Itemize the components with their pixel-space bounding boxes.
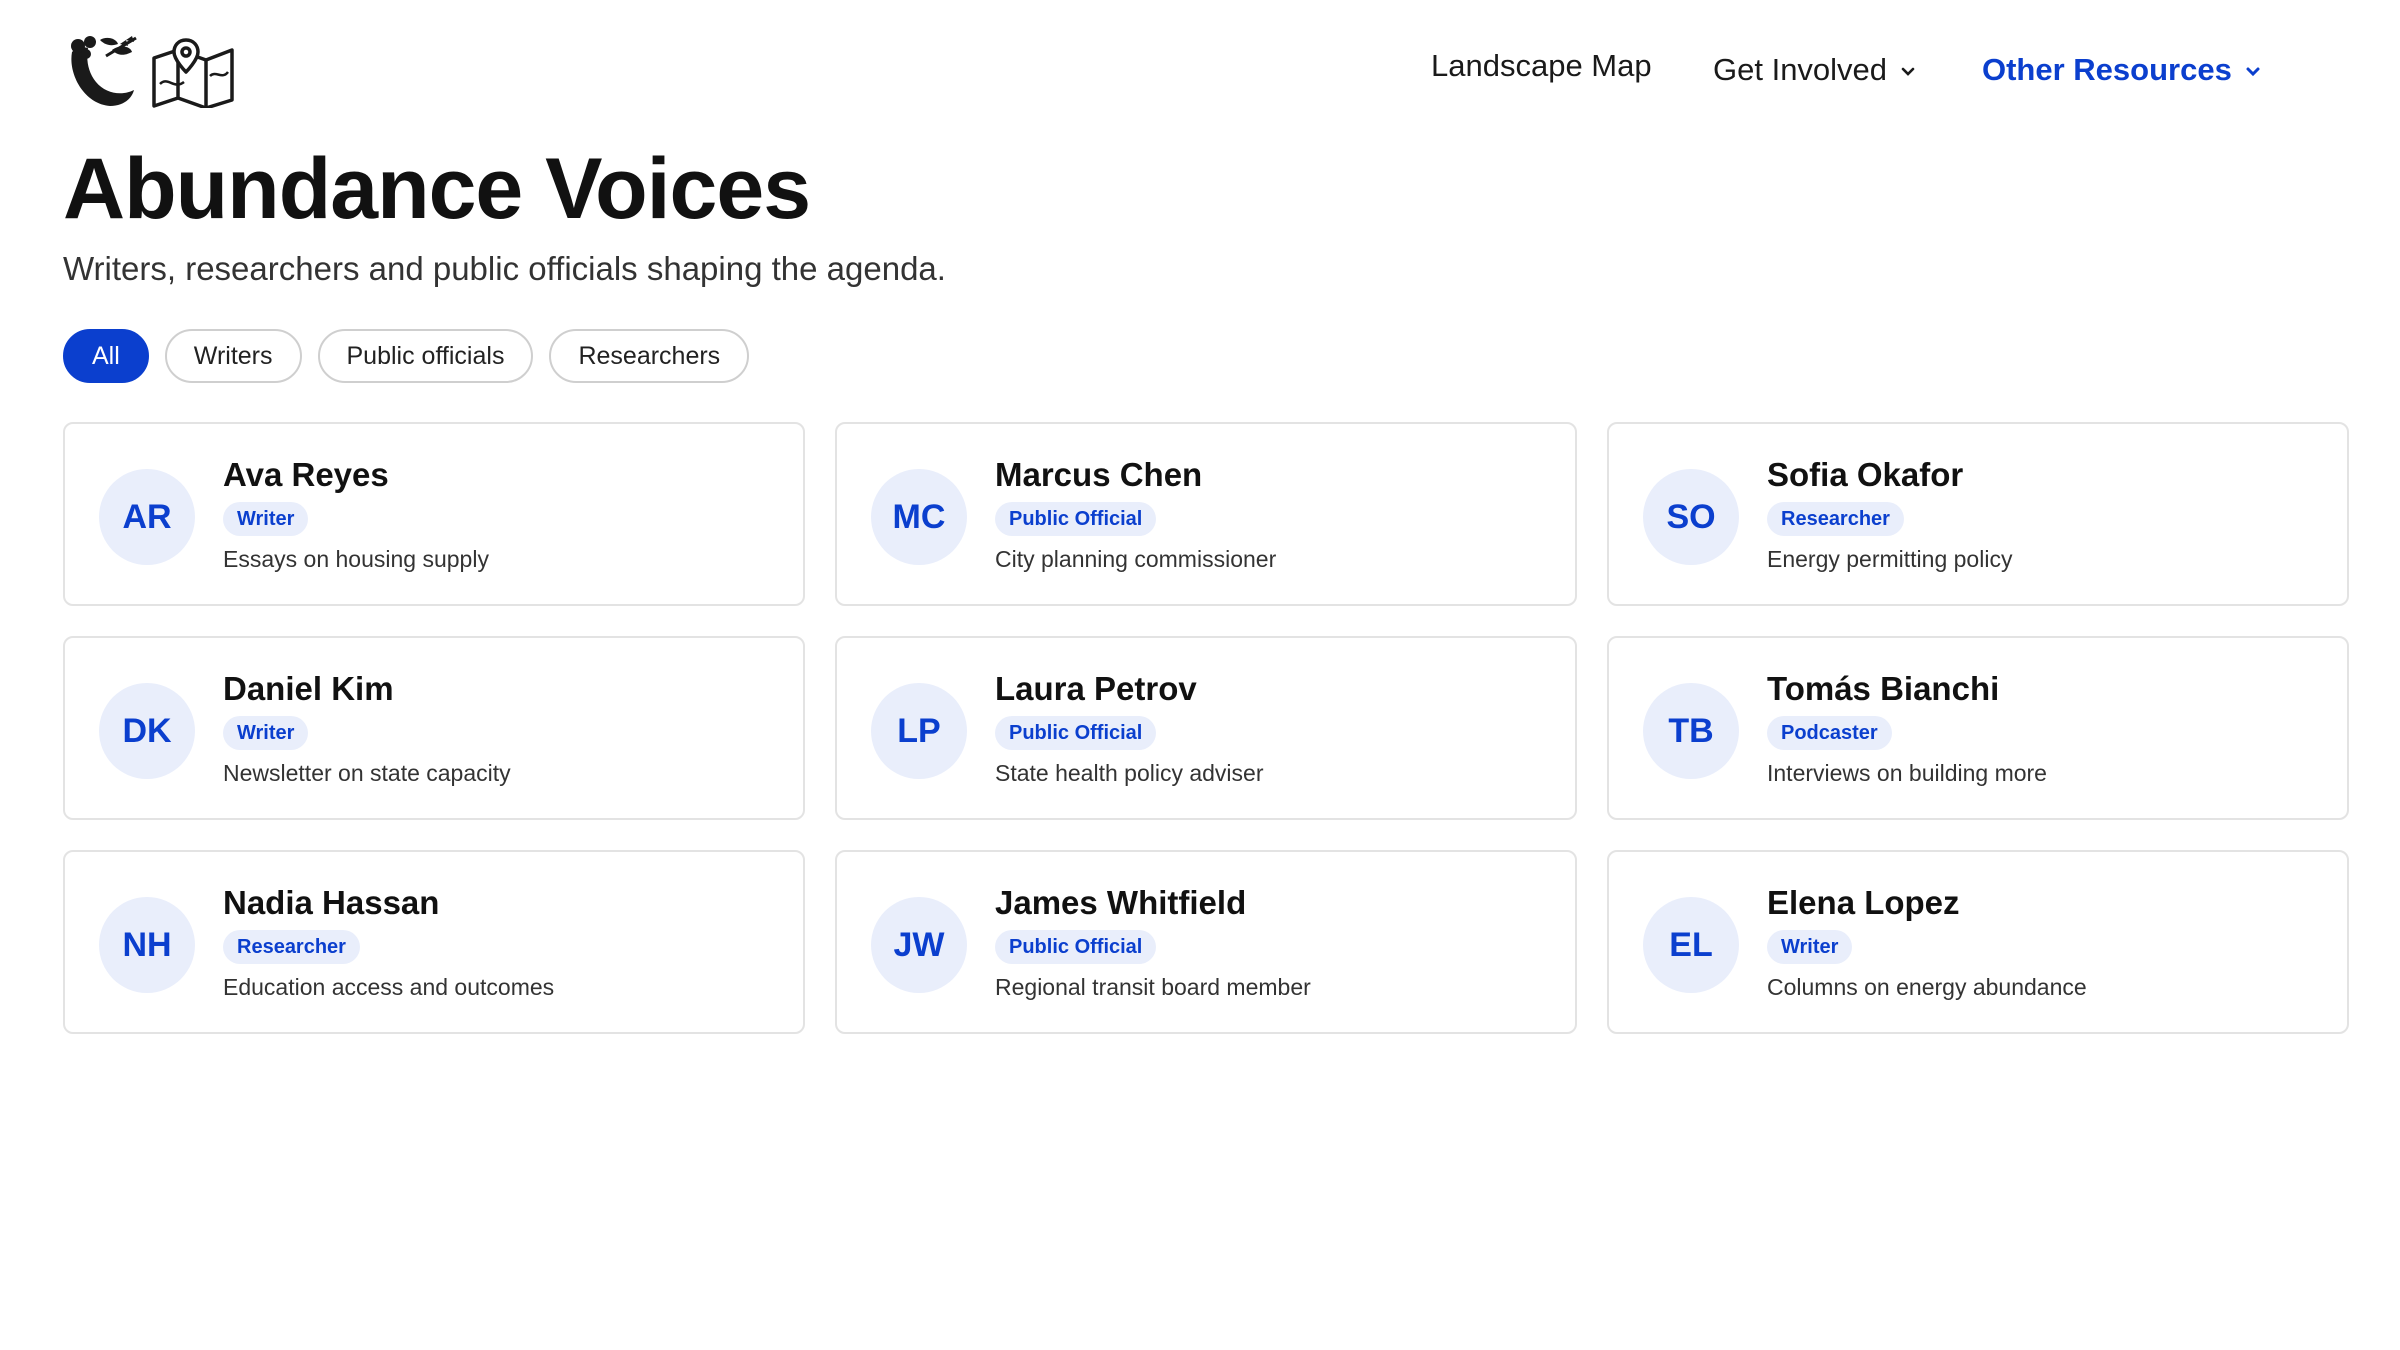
page: Landscape Map Get Involved Other Resourc… xyxy=(0,0,2400,1350)
person-card[interactable]: AR Ava Reyes Writer Essays on housing su… xyxy=(63,422,805,606)
person-name: Nadia Hassan xyxy=(223,884,440,921)
page-title: Abundance Voices xyxy=(63,141,811,237)
nav-landscape-map[interactable]: Landscape Map xyxy=(1431,48,1652,84)
filter-public-officials[interactable]: Public officials xyxy=(317,329,534,383)
avatar: LP xyxy=(871,683,967,779)
person-name: Daniel Kim xyxy=(223,670,394,707)
person-description: Energy permitting policy xyxy=(1767,546,2013,572)
role-badge: Podcaster xyxy=(1767,716,1892,750)
person-name: Sofia Okafor xyxy=(1767,456,1964,493)
filter-writers[interactable]: Writers xyxy=(164,329,302,383)
person-name: Marcus Chen xyxy=(995,456,1203,493)
top-nav: Landscape Map Get Involved Other Resourc… xyxy=(0,48,2400,98)
person-name: Elena Lopez xyxy=(1767,884,1960,921)
person-description: Regional transit board member xyxy=(995,974,1311,1000)
nav-label: Landscape Map xyxy=(1431,48,1652,83)
nav-other-resources[interactable]: Other Resources xyxy=(1982,52,2262,88)
filter-all[interactable]: All xyxy=(63,329,149,383)
person-card[interactable]: SO Sofia Okafor Researcher Energy permit… xyxy=(1607,422,2349,606)
person-name: Tomás Bianchi xyxy=(1767,670,2000,707)
role-badge: Researcher xyxy=(223,930,360,964)
person-description: Newsletter on state capacity xyxy=(223,760,511,786)
person-description: Essays on housing supply xyxy=(223,546,489,572)
person-card[interactable]: MC Marcus Chen Public Official City plan… xyxy=(835,422,1577,606)
avatar: MC xyxy=(871,469,967,565)
role-badge: Public Official xyxy=(995,716,1157,750)
person-card[interactable]: JW James Whitfield Public Official Regio… xyxy=(835,850,1577,1034)
filter-bar: All Writers Public officials Researchers xyxy=(63,329,750,383)
person-name: James Whitfield xyxy=(995,884,1247,921)
avatar: TB xyxy=(1643,683,1739,779)
person-description: Interviews on building more xyxy=(1767,760,2047,786)
nav-label: Get Involved xyxy=(1713,52,1888,87)
filter-researchers[interactable]: Researchers xyxy=(549,329,750,383)
avatar: AR xyxy=(99,469,195,565)
person-card[interactable]: NH Nadia Hassan Researcher Education acc… xyxy=(63,850,805,1034)
role-badge: Writer xyxy=(1767,930,1853,964)
person-name: Ava Reyes xyxy=(223,456,389,493)
avatar: SO xyxy=(1643,469,1739,565)
page-subtitle: Writers, researchers and public official… xyxy=(63,250,946,287)
person-name: Laura Petrov xyxy=(995,670,1197,707)
person-card[interactable]: TB Tomás Bianchi Podcaster Interviews on… xyxy=(1607,636,2349,820)
role-badge: Public Official xyxy=(995,930,1157,964)
role-badge: Public Official xyxy=(995,502,1157,536)
avatar: JW xyxy=(871,897,967,993)
person-card[interactable]: LP Laura Petrov Public Official State he… xyxy=(835,636,1577,820)
person-description: Columns on energy abundance xyxy=(1767,974,2087,1000)
role-badge: Researcher xyxy=(1767,502,1904,536)
nav-get-involved[interactable]: Get Involved xyxy=(1713,52,1917,88)
avatar: NH xyxy=(99,897,195,993)
person-description: City planning commissioner xyxy=(995,546,1277,572)
person-description: Education access and outcomes xyxy=(223,974,555,1000)
nav-label: Other Resources xyxy=(1982,52,2232,87)
avatar: DK xyxy=(99,683,195,779)
chevron-down-icon xyxy=(2246,67,2260,77)
avatar: EL xyxy=(1643,897,1739,993)
role-badge: Writer xyxy=(223,502,309,536)
person-card[interactable]: DK Daniel Kim Writer Newsletter on state… xyxy=(63,636,805,820)
person-description: State health policy adviser xyxy=(995,760,1264,786)
chevron-down-icon xyxy=(1901,67,1915,76)
person-card[interactable]: EL Elena Lopez Writer Columns on energy … xyxy=(1607,850,2349,1034)
voices-grid: AR Ava Reyes Writer Essays on housing su… xyxy=(63,422,2349,1034)
role-badge: Writer xyxy=(223,716,309,750)
